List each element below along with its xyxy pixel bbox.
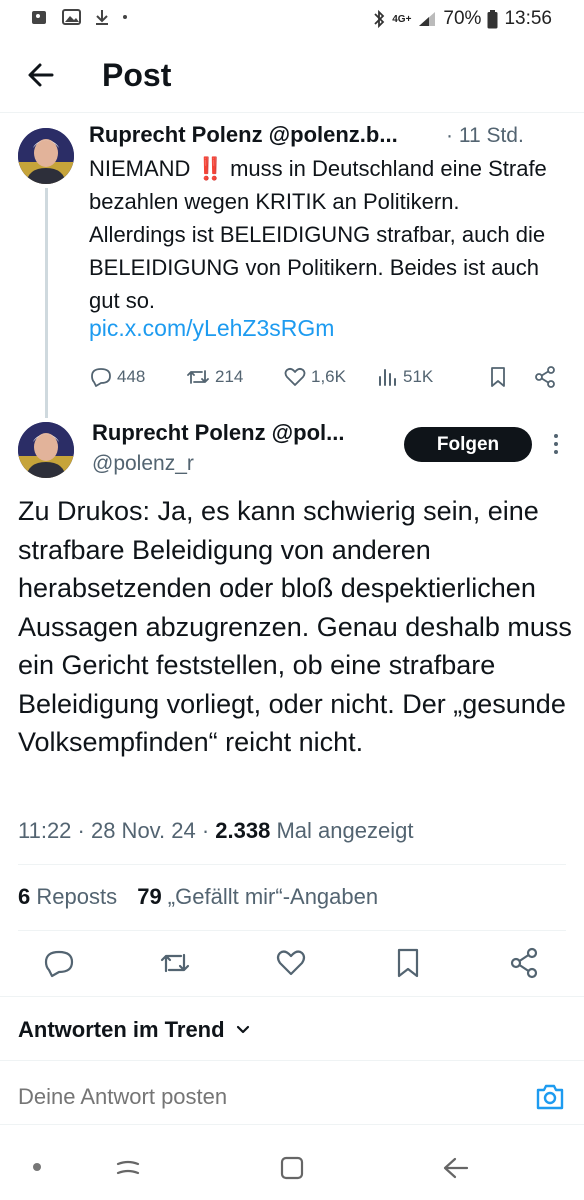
status-bar: 4G+ 70% 13:56 — [0, 0, 584, 40]
reply-icon — [91, 368, 111, 387]
reposts-stat[interactable]: 6 Reposts — [18, 884, 117, 909]
bluetooth-icon — [374, 9, 385, 29]
trend-divider — [0, 1060, 584, 1061]
reply-icon[interactable] — [42, 946, 76, 980]
chevron-down-icon — [236, 1025, 249, 1034]
replies-sort-dropdown[interactable]: Antworten im Trend — [18, 1017, 251, 1043]
quoted-tweet-link[interactable]: pic.x.com/yLehZ3sRGm — [89, 315, 334, 342]
actions-divider — [0, 996, 584, 997]
likes-stat[interactable]: 79 „Gefällt mir“-Angaben — [137, 884, 378, 909]
thread-line — [45, 188, 48, 418]
dot-icon[interactable] — [30, 1160, 44, 1174]
gallery-notification-icon — [32, 11, 46, 24]
views-chart-icon — [379, 369, 396, 386]
network-type: 4G+ — [392, 13, 412, 25]
meta-divider — [18, 864, 566, 865]
reply-input[interactable] — [18, 1084, 518, 1110]
input-divider — [0, 1124, 584, 1125]
more-options-icon[interactable] — [550, 432, 562, 456]
back-icon[interactable] — [440, 1154, 470, 1182]
quoted-action-bar: 448 214 1,6K 51K — [89, 364, 559, 390]
repost-count: 214 — [215, 367, 244, 386]
author-name[interactable]: Ruprecht Polenz @pol... — [92, 420, 344, 446]
replies-sort-label: Antworten im Trend — [18, 1017, 225, 1042]
follow-button[interactable]: Folgen — [404, 427, 532, 462]
quoted-author-name[interactable]: Ruprecht Polenz @polenz.b... — [89, 122, 398, 148]
view-label: Mal angezeigt — [270, 818, 414, 843]
battery-icon — [487, 9, 498, 28]
heart-icon[interactable] — [274, 946, 308, 980]
signal-icon — [419, 12, 436, 26]
system-navigation-bar — [0, 1140, 584, 1200]
author-handle[interactable]: @polenz_r — [92, 452, 194, 476]
main-action-bar — [0, 946, 584, 982]
header-divider — [0, 112, 584, 113]
notification-icons — [30, 8, 128, 26]
avatar[interactable] — [18, 128, 74, 184]
recent-apps-icon[interactable] — [114, 1156, 142, 1180]
like-count: 1,6K — [311, 367, 346, 386]
camera-icon[interactable] — [534, 1082, 566, 1112]
reply-button[interactable]: 448 — [89, 365, 185, 389]
reply-count: 448 — [117, 367, 146, 386]
clock: 13:56 — [504, 8, 552, 29]
repost-icon — [187, 370, 209, 384]
page-title: Post — [102, 57, 172, 93]
views-count: 51K — [403, 367, 434, 386]
reposts-count: 6 — [18, 884, 31, 909]
home-icon[interactable] — [278, 1154, 306, 1182]
bookmark-icon[interactable] — [487, 365, 509, 389]
views-button[interactable]: 51K — [377, 365, 487, 389]
engagement-stats: 6 Reposts 79 „Gefällt mir“-Angaben — [18, 884, 378, 910]
likes-label: „Gefällt mir“-Angaben — [161, 884, 379, 909]
heart-icon — [284, 367, 306, 386]
likes-count: 79 — [137, 884, 162, 909]
bookmark-icon[interactable] — [391, 946, 425, 980]
reposts-label: Reposts — [30, 884, 118, 909]
avatar[interactable] — [18, 422, 74, 478]
like-button[interactable]: 1,6K — [283, 365, 377, 389]
share-icon[interactable] — [507, 946, 541, 980]
tweet-text: Zu Drukos: Ja, es kann schwierig sein, e… — [18, 496, 572, 757]
quoted-timestamp[interactable]: · 11 Std. — [446, 124, 524, 148]
back-arrow-icon[interactable] — [24, 58, 58, 92]
system-indicators: 4G+ 70% 13:56 — [372, 8, 552, 30]
tweet-timestamp[interactable]: 11:22 · 28 Nov. 24 · — [18, 818, 215, 843]
stats-divider — [18, 930, 566, 931]
quoted-tweet-text: NIEMAND ‼️ muss in Deutschland eine Stra… — [89, 156, 547, 313]
tweet-meta: 11:22 · 28 Nov. 24 · 2.338 Mal angezeigt — [18, 818, 413, 844]
share-icon[interactable] — [533, 365, 557, 389]
image-icon — [62, 9, 81, 25]
repost-button[interactable]: 214 — [185, 365, 283, 389]
repost-icon[interactable] — [158, 946, 192, 980]
battery-percent: 70% — [443, 8, 482, 29]
dot-icon — [123, 15, 127, 19]
view-count: 2.338 — [215, 818, 271, 843]
download-icon — [96, 10, 108, 25]
